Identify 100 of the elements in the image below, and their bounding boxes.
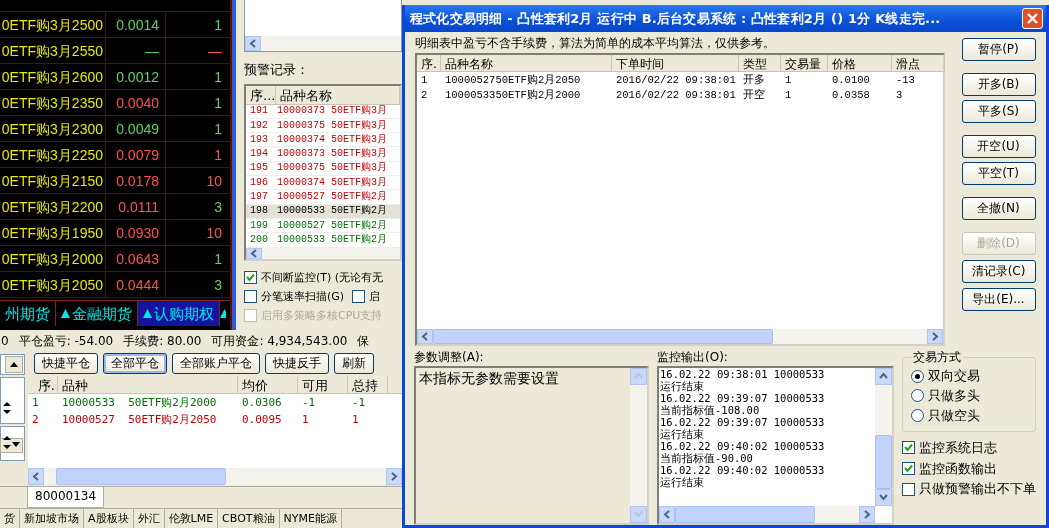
position-row[interactable]: 2 10000527 50ETF购2月2050 0.0095 1 1: [28, 411, 402, 428]
column-header[interactable]: 品种名称: [441, 55, 612, 72]
column-header[interactable]: 价格: [828, 55, 892, 72]
scroll-down-button[interactable]: [875, 489, 892, 507]
checkbox[interactable]: [244, 270, 257, 284]
alert-row[interactable]: 200 10000533 50ETF购2月: [246, 233, 400, 248]
table-cell: 10000533 50ETF购2月: [276, 233, 387, 246]
column-header[interactable]: 序.: [28, 376, 58, 393]
market-tab[interactable]: 新加坡市场: [20, 509, 84, 528]
position-row[interactable]: 1 10000533 50ETF购2月2000 0.0306 -1 -1: [28, 394, 402, 411]
market-tab[interactable]: CBOT粮油: [218, 509, 280, 528]
action-button[interactable]: 开空(U): [961, 135, 1036, 158]
scroll-up-button[interactable]: [875, 368, 892, 386]
checkbox[interactable]: [902, 462, 915, 476]
close-button[interactable]: [1022, 8, 1043, 29]
column-header[interactable]: 类型: [739, 55, 781, 72]
table-cell: 10000373 50ETF购3月: [276, 105, 387, 118]
contract-name: 0ETF购3月2500: [0, 12, 106, 37]
scroll-left-button[interactable]: [659, 506, 675, 524]
price-value: 0.0178: [106, 168, 166, 193]
alert-row[interactable]: 194 10000373 50ETF购3月: [246, 147, 400, 162]
action-button[interactable]: 快捷反手: [265, 353, 329, 374]
action-button[interactable]: 清记录(C): [961, 260, 1036, 283]
order-row[interactable]: 2 1000053350ETF购2月2000 2016/02/22 09:38:01 开空 1 0.0358 3: [417, 87, 943, 103]
checkbox-label: 不间断监控(T) (无论有无: [261, 270, 384, 284]
column-header[interactable]: 序.: [417, 55, 441, 72]
alert-row[interactable]: 196 10000374 50ETF购3月: [246, 176, 400, 191]
checkbox[interactable]: [244, 289, 257, 303]
table-cell-text: 2: [31, 412, 40, 427]
scroll-thumb[interactable]: [875, 435, 892, 490]
action-button[interactable]: 导出(E)...: [961, 288, 1036, 311]
market-tab[interactable]: 外汇: [133, 509, 165, 528]
action-button[interactable]: 暂停(P): [961, 38, 1036, 61]
alert-row[interactable]: 197 10000527 50ETF购2月: [246, 190, 400, 205]
contract-name: 0ETF购3月2350: [0, 90, 106, 115]
table-cell-text: 197: [249, 191, 269, 203]
scroll-right-button[interactable]: [927, 329, 943, 344]
table-cell-text: 2: [420, 88, 429, 102]
market-tab[interactable]: 州期货: [0, 301, 56, 326]
table-cell-text: 10000527 50ETF购2月2050: [61, 412, 218, 427]
column-header[interactable]: 下单时间: [612, 55, 739, 72]
order-row[interactable]: 1 1000052750ETF购2月2050 2016/02/22 09:38:01 开多 1 0.0100 -13: [417, 72, 943, 88]
table-cell-text: 192: [249, 119, 269, 132]
account-info: 保: [357, 333, 370, 349]
radio-button[interactable]: [911, 389, 924, 403]
action-button[interactable]: 平多(S): [961, 100, 1036, 123]
scroll-right-button[interactable]: [386, 468, 402, 485]
market-tab[interactable]: NYME能源: [279, 509, 342, 528]
checkbox[interactable]: [902, 482, 915, 496]
market-tab[interactable]: 认购期权: [138, 301, 220, 326]
account-tab[interactable]: 80000134: [27, 487, 105, 508]
market-tab[interactable]: 货: [0, 509, 20, 528]
table-cell-text: 1: [31, 395, 40, 410]
action-button[interactable]: 快捷平仓: [34, 353, 98, 374]
action-button[interactable]: 全撤(N): [961, 197, 1036, 220]
checkbox[interactable]: [902, 441, 915, 455]
scroll-thumb[interactable]: [433, 329, 773, 344]
contract-name: 0ETF购3月2250: [0, 142, 106, 167]
column-header[interactable]: 滑点: [892, 55, 945, 72]
table-cell-text: 195: [249, 162, 269, 175]
volume-value: 1: [213, 67, 223, 87]
column-header[interactable]: 可用: [298, 376, 348, 393]
contract-name: 0ETF购3月2600: [0, 64, 106, 89]
contract-name: 0ETF购3月2200: [0, 194, 106, 219]
action-button[interactable]: 平空(T): [961, 162, 1036, 185]
scroll-thumb[interactable]: [675, 506, 815, 524]
market-tab[interactable]: A股板块: [84, 509, 134, 528]
column-header[interactable]: 总持: [348, 376, 388, 393]
market-tab[interactable]: 伦敦LME: [164, 509, 219, 528]
scroll-thumb[interactable]: [56, 468, 226, 485]
log-line: 16.02.22 09:40:02 10000533: [660, 440, 826, 453]
column-header[interactable]: 交易量: [781, 55, 828, 72]
field-label: 监控输出(O):: [657, 350, 729, 365]
price-value: 0.0930: [106, 220, 166, 245]
column-header[interactable]: 品种: [58, 376, 238, 393]
scroll-left-button[interactable]: [245, 36, 261, 51]
scroll-left-button[interactable]: [28, 468, 44, 485]
scroll-left-button[interactable]: [417, 329, 433, 344]
column-header[interactable]: 均价: [238, 376, 298, 393]
table-cell: 10000527 50ETF购2月: [276, 191, 387, 203]
action-button[interactable]: 开多(B): [961, 73, 1036, 96]
alert-row[interactable]: 193 10000374 50ETF购3月: [246, 133, 400, 148]
volume-value: 10: [205, 171, 223, 191]
contract-name: 0ETF购3月2050: [0, 272, 106, 297]
column-header[interactable]: 序...: [246, 85, 276, 104]
radio-button[interactable]: [911, 369, 924, 383]
window-title: 程式化交易明细 - 凸性套利2月 运行中 B.后台交易系统 : 凸性套利2月 () 1分 K线走完...: [410, 10, 942, 27]
volume-value: 1: [213, 249, 223, 269]
scroll-left-button[interactable]: [246, 247, 262, 259]
radio-button[interactable]: [911, 408, 924, 422]
column-header[interactable]: 品种名称: [276, 85, 400, 104]
table-cell-text: 开空: [742, 88, 766, 102]
table-cell-text: 0.0306: [241, 395, 283, 410]
scroll-right-button[interactable]: [859, 506, 875, 524]
checkbox[interactable]: [352, 289, 366, 303]
checkbox-label: 启: [369, 289, 381, 303]
action-button[interactable]: 全部账户平仓: [172, 353, 260, 374]
action-button[interactable]: 刷新: [334, 353, 374, 374]
triangle-icon: [61, 309, 70, 318]
action-button[interactable]: 全部平仓: [103, 353, 167, 374]
